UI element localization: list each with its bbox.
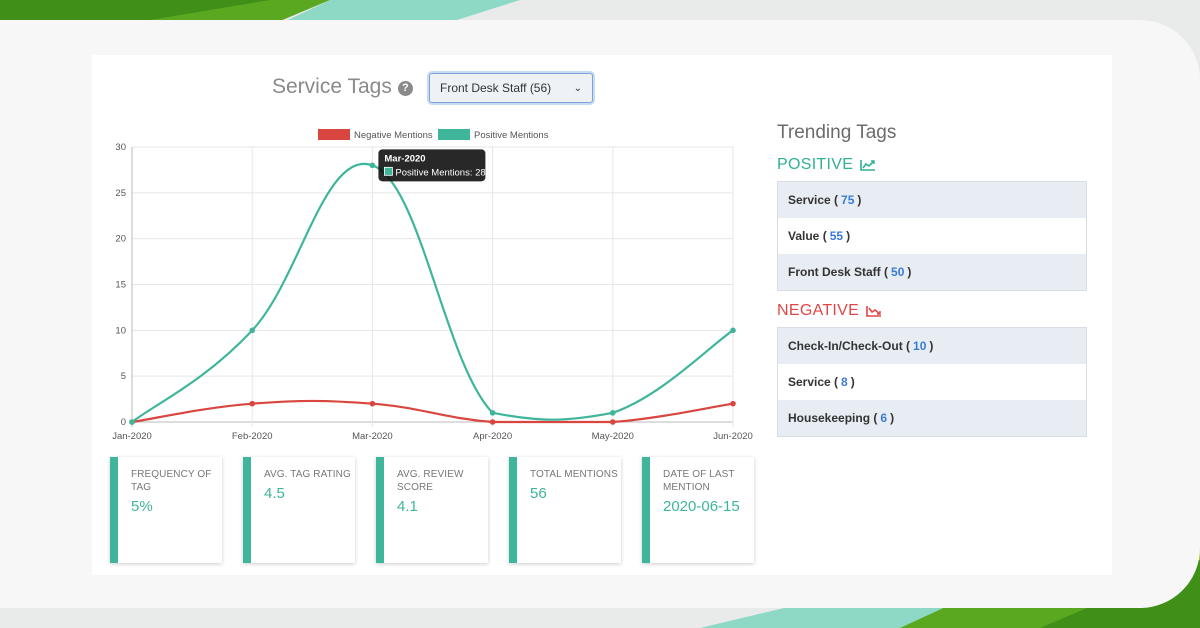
data-point-positive xyxy=(489,410,496,416)
data-point-negative xyxy=(249,400,255,407)
x-tick-label: Mar-2020 xyxy=(352,431,393,442)
series-line-negative xyxy=(131,399,734,424)
stat-value: 4.1 xyxy=(397,498,418,515)
stat-label: TOTAL MENTIONS xyxy=(530,469,618,480)
data-point-negative xyxy=(610,419,616,425)
list-item[interactable]: Service (8) xyxy=(778,364,1086,400)
tooltip-title: Mar-2020 xyxy=(384,153,425,164)
trend-up-icon xyxy=(860,160,876,171)
legend-swatch xyxy=(438,129,470,140)
stat-card-avg-review-score: AVG. REVIEW SCORE 4.1 xyxy=(376,457,488,563)
negative-heading: NEGATIVE xyxy=(777,302,882,320)
stat-value: 4.5 xyxy=(264,485,285,502)
data-point-negative xyxy=(730,400,736,407)
tag-name: Check-In/Check-Out xyxy=(788,339,903,353)
list-item[interactable]: Housekeeping (6) xyxy=(778,400,1086,436)
tag-count[interactable]: 10 xyxy=(913,339,926,353)
negative-tag-list: Check-In/Check-Out (10) Service (8) Hous… xyxy=(777,327,1087,437)
tooltip-text: Positive Mentions: 28 xyxy=(395,167,485,178)
y-tick-label: 10 xyxy=(115,325,126,336)
question-circle-icon[interactable]: ? xyxy=(397,80,413,96)
x-tick-label: Apr-2020 xyxy=(473,431,512,442)
service-tag-select[interactable]: Front Desk Staff (56) ⌄ xyxy=(429,73,593,103)
legend-swatch xyxy=(318,129,350,140)
y-tick-label: 25 xyxy=(115,188,126,199)
mentions-line-chart: 0 5 10 15 20 25 30 Jan-2020 Feb-2020 Mar-2020 Apr-… xyxy=(112,129,753,442)
data-point-positive xyxy=(369,162,376,169)
trend-down-icon xyxy=(866,306,882,317)
stat-card-date-last-mention: DATE OF LAST MENTION 2020-06-15 xyxy=(642,457,754,563)
trending-tags-title: Trending Tags xyxy=(777,122,897,143)
positive-heading-label: POSITIVE xyxy=(777,156,854,173)
data-point-positive xyxy=(730,327,736,334)
y-tick-label: 5 xyxy=(121,371,126,382)
tag-count[interactable]: 6 xyxy=(880,411,887,425)
stat-card-avg-tag-rating: AVG. TAG RATING 4.5 xyxy=(243,457,355,563)
y-tick-label: 15 xyxy=(115,280,126,291)
tag-name: Front Desk Staff xyxy=(788,265,881,279)
x-tick-label: May-2020 xyxy=(592,431,634,442)
list-item[interactable]: Check-In/Check-Out (10) xyxy=(778,328,1086,364)
tag-count[interactable]: 8 xyxy=(841,375,848,389)
tag-name: Service xyxy=(788,375,831,389)
data-point-positive xyxy=(129,419,135,425)
stat-label: DATE OF LAST MENTION xyxy=(663,469,735,493)
legend-label: Positive Mentions xyxy=(474,130,549,141)
positive-heading: POSITIVE xyxy=(777,156,876,174)
tag-name: Value xyxy=(788,229,820,243)
positive-tag-list: Service (75) Value (55) Front Desk Staff… xyxy=(777,181,1087,291)
series-line-positive xyxy=(131,162,734,423)
x-tick-label: Jan-2020 xyxy=(112,431,152,442)
list-item[interactable]: Service (75) xyxy=(778,182,1086,218)
list-item[interactable]: Value (55) xyxy=(778,218,1086,254)
data-point-negative xyxy=(489,419,496,425)
tag-name: Housekeeping xyxy=(788,411,871,425)
stat-card-frequency: FREQUENCY OF TAG 5% xyxy=(110,457,222,563)
page-header: Service Tags ? xyxy=(272,72,413,102)
tag-name: Service xyxy=(788,193,831,207)
data-point-positive xyxy=(249,327,255,334)
data-point-positive xyxy=(610,410,616,416)
data-point-negative xyxy=(369,400,376,407)
tooltip-swatch xyxy=(383,166,393,176)
chevron-down-icon: ⌄ xyxy=(573,82,582,94)
stat-label: AVG. TAG RATING xyxy=(264,469,351,480)
stat-label: AVG. REVIEW SCORE xyxy=(397,469,464,493)
service-tag-select-value: Front Desk Staff (56) xyxy=(440,81,552,95)
y-tick-label: 0 xyxy=(121,417,126,428)
y-tick-label: 30 xyxy=(115,142,126,153)
tag-count[interactable]: 75 xyxy=(841,193,854,207)
stat-label: FREQUENCY OF TAG xyxy=(131,469,212,493)
list-item[interactable]: Front Desk Staff (50) xyxy=(778,254,1086,290)
tag-count[interactable]: 55 xyxy=(830,229,843,243)
stat-value: 56 xyxy=(530,485,547,502)
stat-card-total-mentions: TOTAL MENTIONS 56 xyxy=(509,457,621,563)
page-title: Service Tags xyxy=(272,75,392,98)
stat-value: 2020-06-15 xyxy=(663,498,740,515)
y-tick-label: 20 xyxy=(115,234,126,245)
legend-label: Negative Mentions xyxy=(354,130,433,141)
negative-heading-label: NEGATIVE xyxy=(777,302,860,319)
x-tick-label: Feb-2020 xyxy=(232,431,273,442)
stat-value: 5% xyxy=(131,498,153,515)
x-tick-label: Jun-2020 xyxy=(713,431,753,442)
tag-count[interactable]: 50 xyxy=(891,265,904,279)
